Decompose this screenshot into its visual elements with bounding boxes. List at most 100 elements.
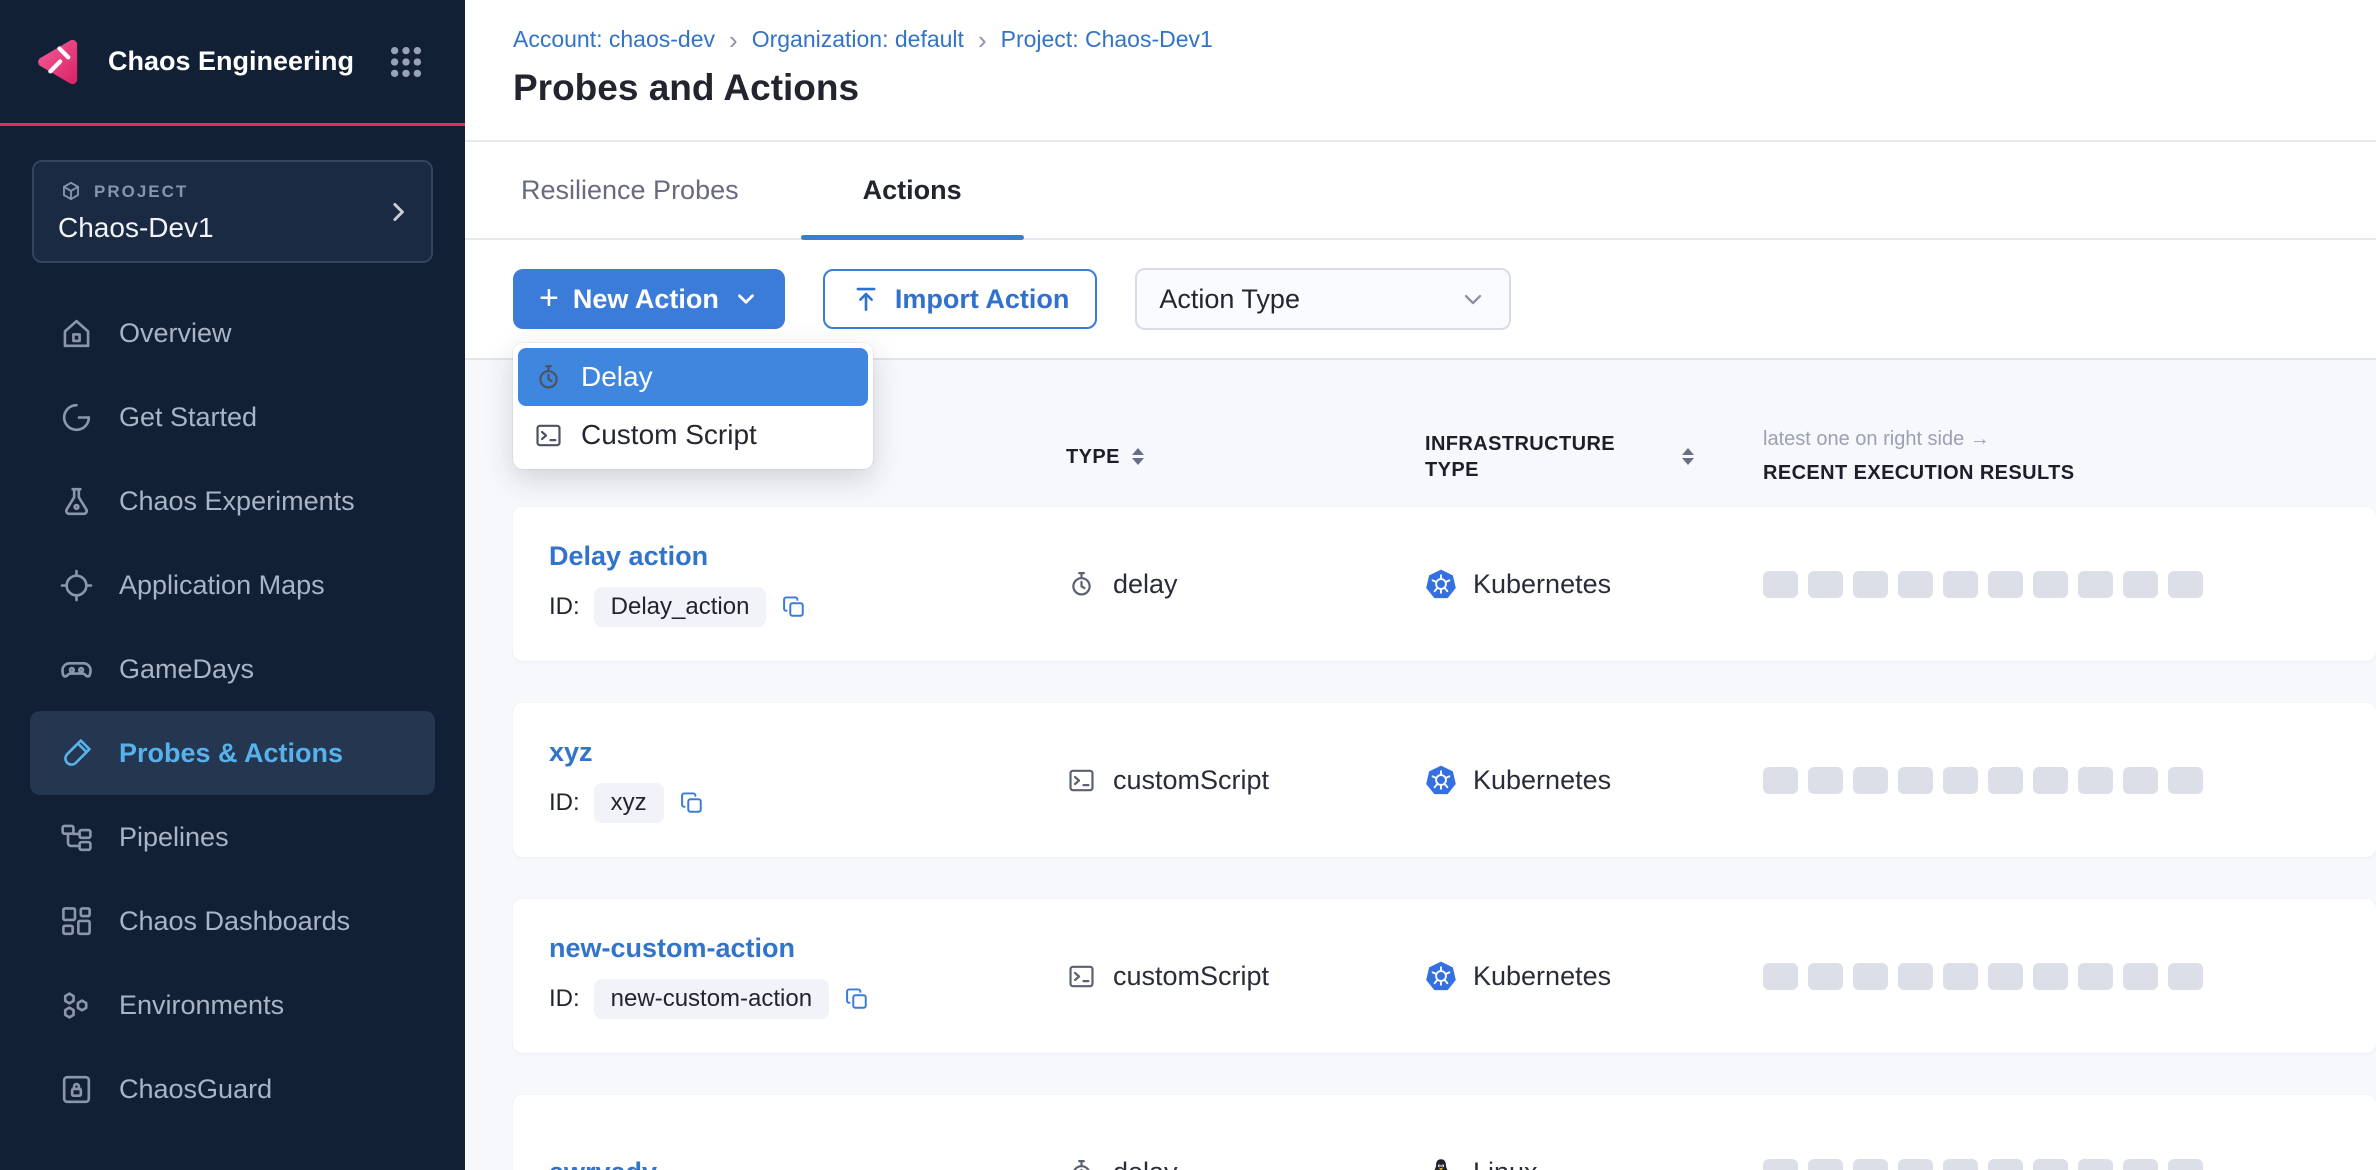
- environments-icon: [58, 987, 95, 1024]
- sort-icon[interactable]: [1132, 448, 1144, 465]
- action-name-link[interactable]: xyz: [549, 737, 1066, 768]
- import-icon: [851, 284, 881, 314]
- execution-result-placeholder: [1898, 1159, 1933, 1170]
- id-label: ID:: [549, 789, 580, 817]
- menu-item-delay[interactable]: Delay: [518, 348, 868, 406]
- execution-result-placeholder: [1898, 963, 1933, 990]
- copy-id-button[interactable]: [780, 593, 808, 621]
- sidebar-item-overview[interactable]: Overview: [30, 291, 435, 375]
- project-selector[interactable]: PROJECT Chaos-Dev1: [32, 160, 433, 263]
- terminal-icon: [1066, 961, 1097, 992]
- action-name-cell: Delay actionID:Delay_action: [549, 541, 1066, 627]
- project-name: Chaos-Dev1: [58, 212, 371, 244]
- action-name-link[interactable]: Delay action: [549, 541, 1066, 572]
- execution-result-placeholder: [1853, 963, 1888, 990]
- execution-result-placeholder: [1763, 571, 1798, 598]
- infrastructure-cell: Kubernetes: [1425, 764, 1763, 796]
- infrastructure-value: Kubernetes: [1473, 765, 1611, 796]
- table-row[interactable]: Delay actionID:Delay_actiondelayKubernet…: [513, 507, 2376, 661]
- sidebar: Chaos Engineering PROJECT Chaos-Dev1: [0, 0, 465, 1170]
- sidebar-item-gamedays[interactable]: GameDays: [30, 627, 435, 711]
- execution-result-placeholder: [1988, 1159, 2023, 1170]
- sidebar-item-chaos-experiments[interactable]: Chaos Experiments: [30, 459, 435, 543]
- sidebar-item-environments[interactable]: Environments: [30, 963, 435, 1047]
- app-switcher-grid-icon[interactable]: [383, 39, 429, 85]
- menu-item-custom-script[interactable]: Custom Script: [518, 406, 868, 464]
- copy-icon: [678, 789, 706, 817]
- recent-execution-results: [1763, 1159, 2376, 1170]
- breadcrumb-link[interactable]: Project: Chaos-Dev1: [1001, 26, 1213, 53]
- dashboards-icon: [58, 903, 95, 940]
- breadcrumb-separator-icon: ›: [729, 27, 738, 53]
- execution-result-placeholder: [2123, 571, 2158, 598]
- sidebar-item-get-started[interactable]: Get Started: [30, 375, 435, 459]
- breadcrumb-link[interactable]: Organization: default: [752, 26, 964, 53]
- terminal-icon: [1066, 765, 1097, 796]
- sidebar-item-application-maps[interactable]: Application Maps: [30, 543, 435, 627]
- new-action-button[interactable]: + New Action: [513, 269, 785, 329]
- action-type-value: delay: [1113, 569, 1178, 600]
- execution-result-placeholder: [2033, 963, 2068, 990]
- breadcrumb-link[interactable]: Account: chaos-dev: [513, 26, 715, 53]
- import-action-button[interactable]: Import Action: [823, 269, 1098, 329]
- tab-resilience-probes[interactable]: Resilience Probes: [521, 142, 801, 238]
- table-row[interactable]: awrvadv delay Linux: [513, 1095, 2376, 1170]
- execution-result-placeholder: [2123, 767, 2158, 794]
- execution-result-placeholder: [2168, 767, 2203, 794]
- action-name-link[interactable]: new-custom-action: [549, 933, 1066, 964]
- execution-result-placeholder: [1943, 571, 1978, 598]
- action-type-cell: customScript: [1066, 765, 1425, 796]
- execution-result-placeholder: [1763, 1159, 1798, 1170]
- sidebar-item-chaosguard[interactable]: ChaosGuard: [30, 1047, 435, 1131]
- table-row[interactable]: new-custom-action ID:new-custom-action cus…: [513, 899, 2376, 1053]
- stopwatch-icon: [1066, 1157, 1097, 1170]
- infrastructure-value: Linux: [1473, 1157, 1538, 1170]
- sidebar-item-label: Probes & Actions: [119, 738, 343, 769]
- infrastructure-header-label: INFRASTRUCTURE TYPE: [1425, 431, 1670, 483]
- execution-result-placeholder: [2033, 767, 2068, 794]
- id-label: ID:: [549, 985, 580, 1013]
- action-type-filter[interactable]: Action Type: [1135, 268, 1511, 330]
- sidebar-item-label: Chaos Dashboards: [119, 906, 350, 937]
- action-id-row: ID:new-custom-action: [549, 979, 1066, 1019]
- app-title: Chaos Engineering: [108, 46, 363, 77]
- execution-result-placeholder: [2123, 1159, 2158, 1170]
- kubernetes-icon: [1425, 960, 1457, 992]
- copy-id-button[interactable]: [678, 789, 706, 817]
- action-name-link[interactable]: awrvadv: [549, 1157, 1066, 1170]
- cube-icon: [58, 179, 84, 205]
- sidebar-item-probes-actions[interactable]: Probes & Actions: [30, 711, 435, 795]
- target-icon: [58, 567, 95, 604]
- flask-icon: [58, 483, 95, 520]
- id-chip: xyz: [594, 783, 664, 823]
- sort-icon[interactable]: [1682, 448, 1694, 465]
- execution-result-placeholder: [2123, 963, 2158, 990]
- action-type-cell: delay: [1066, 569, 1425, 600]
- results-hint-label: latest one on right side →: [1763, 428, 2376, 451]
- chaos-engineering-logo-icon: [30, 34, 88, 90]
- test-tube-icon: [58, 735, 95, 772]
- execution-result-placeholder: [1808, 571, 1843, 598]
- execution-result-placeholder: [1853, 767, 1888, 794]
- execution-result-placeholder: [2078, 571, 2113, 598]
- recent-execution-results: [1763, 963, 2376, 990]
- sidebar-item-chaos-dashboards[interactable]: Chaos Dashboards: [30, 879, 435, 963]
- table-row[interactable]: xyzID:xyzcustomScriptKubernetes: [513, 703, 2376, 857]
- toolbar: + New Action Import Action Action Type: [465, 240, 2376, 358]
- sidebar-nav: OverviewGet StartedChaos ExperimentsAppl…: [0, 291, 465, 1131]
- recent-execution-results: [1763, 571, 2376, 598]
- tab-actions[interactable]: Actions: [801, 142, 1024, 238]
- kubernetes-icon: [1425, 764, 1457, 796]
- action-type-value: customScript: [1113, 961, 1269, 992]
- sidebar-item-label: Pipelines: [119, 822, 229, 853]
- home-icon: [58, 315, 95, 352]
- action-type-value: delay: [1113, 1157, 1178, 1170]
- menu-item-label: Delay: [581, 361, 653, 393]
- sidebar-item-pipelines[interactable]: Pipelines: [30, 795, 435, 879]
- action-name-cell: new-custom-action ID:new-custom-action: [549, 933, 1066, 1019]
- execution-result-placeholder: [1808, 1159, 1843, 1170]
- infrastructure-cell: Linux: [1425, 1156, 1763, 1170]
- project-label-row: PROJECT: [58, 179, 371, 205]
- copy-id-button[interactable]: [843, 985, 871, 1013]
- sidebar-item-label: Environments: [119, 990, 284, 1021]
